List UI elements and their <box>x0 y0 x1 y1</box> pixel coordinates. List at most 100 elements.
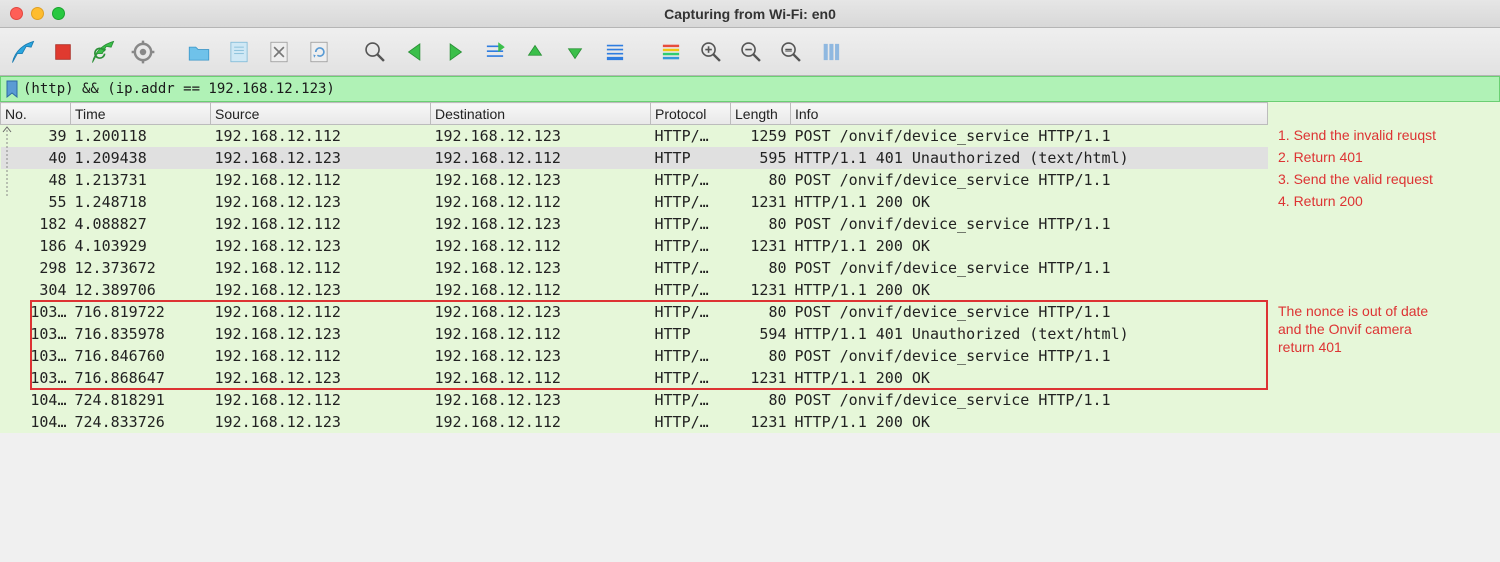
col-header-length[interactable]: Length <box>731 103 791 125</box>
cell-info: HTTP/1.1 401 Unauthorized (text/html) <box>791 323 1268 345</box>
annotation-1: 1. Send the invalid reuqst <box>1278 126 1436 144</box>
col-header-no[interactable]: No. <box>1 103 71 125</box>
annotation-4: 4. Return 200 <box>1278 192 1363 210</box>
cell-dst: 192.168.12.112 <box>431 411 651 433</box>
cell-dst: 192.168.12.112 <box>431 323 651 345</box>
packet-row[interactable]: 551.248718192.168.12.123192.168.12.112HT… <box>1 191 1268 213</box>
cell-time: 716.819722 <box>71 301 211 323</box>
packet-row[interactable]: 104…724.818291192.168.12.112192.168.12.1… <box>1 389 1268 411</box>
packet-row[interactable]: 103…716.835978192.168.12.123192.168.12.1… <box>1 323 1268 345</box>
cell-time: 716.835978 <box>71 323 211 345</box>
go-forward-button[interactable] <box>438 35 472 69</box>
display-filter-bar[interactable]: (http) && (ip.addr == 192.168.12.123) <box>0 76 1500 102</box>
cell-time: 4.103929 <box>71 235 211 257</box>
cell-time: 716.868647 <box>71 367 211 389</box>
reload-file-button[interactable] <box>302 35 336 69</box>
cell-proto: HTTP/… <box>651 125 731 147</box>
cell-src: 192.168.12.123 <box>211 367 431 389</box>
auto-scroll-button[interactable] <box>598 35 632 69</box>
close-file-button[interactable] <box>262 35 296 69</box>
save-file-button[interactable] <box>222 35 256 69</box>
packet-row[interactable]: 481.213731192.168.12.112192.168.12.123HT… <box>1 169 1268 191</box>
restart-capture-button[interactable] <box>86 35 120 69</box>
annotation-3: 3. Send the valid request <box>1278 170 1433 188</box>
go-back-button[interactable] <box>398 35 432 69</box>
cell-info: HTTP/1.1 200 OK <box>791 279 1268 301</box>
packet-row[interactable]: 401.209438192.168.12.123192.168.12.112HT… <box>1 147 1268 169</box>
cell-proto: HTTP <box>651 323 731 345</box>
capture-options-button[interactable] <box>126 35 160 69</box>
packet-table[interactable]: No. Time Source Destination Protocol Len… <box>0 102 1268 433</box>
packet-row[interactable]: 1864.103929192.168.12.123192.168.12.112H… <box>1 235 1268 257</box>
cell-dst: 192.168.12.112 <box>431 191 651 213</box>
cell-proto: HTTP/… <box>651 257 731 279</box>
annotation-box-note-l2: and the Onvif camera <box>1278 320 1428 338</box>
find-packet-button[interactable] <box>358 35 392 69</box>
close-window-button[interactable] <box>10 7 23 20</box>
cell-info: POST /onvif/device_service HTTP/1.1 <box>791 125 1268 147</box>
cell-len: 80 <box>731 301 791 323</box>
packet-row[interactable]: 104…724.833726192.168.12.123192.168.12.1… <box>1 411 1268 433</box>
cell-len: 80 <box>731 169 791 191</box>
cell-info: POST /onvif/device_service HTTP/1.1 <box>791 345 1268 367</box>
go-first-packet-button[interactable] <box>518 35 552 69</box>
packet-row[interactable]: 1824.088827192.168.12.112192.168.12.123H… <box>1 213 1268 235</box>
cell-time: 724.833726 <box>71 411 211 433</box>
cell-info: POST /onvif/device_service HTTP/1.1 <box>791 213 1268 235</box>
cell-dst: 192.168.12.123 <box>431 169 651 191</box>
open-file-button[interactable] <box>182 35 216 69</box>
cell-len: 1231 <box>731 411 791 433</box>
zoom-reset-button[interactable] <box>774 35 808 69</box>
go-to-packet-button[interactable] <box>478 35 512 69</box>
cell-len: 1231 <box>731 367 791 389</box>
stop-capture-button[interactable] <box>46 35 80 69</box>
resize-columns-button[interactable] <box>814 35 848 69</box>
cell-src: 192.168.12.112 <box>211 257 431 279</box>
cell-len: 1259 <box>731 125 791 147</box>
zoom-out-button[interactable] <box>734 35 768 69</box>
go-last-packet-button[interactable] <box>558 35 592 69</box>
cell-info: HTTP/1.1 401 Unauthorized (text/html) <box>791 147 1268 169</box>
cell-src: 192.168.12.123 <box>211 279 431 301</box>
packet-row[interactable]: 391.200118192.168.12.112192.168.12.123HT… <box>1 125 1268 147</box>
cell-src: 192.168.12.112 <box>211 169 431 191</box>
cell-dst: 192.168.12.123 <box>431 257 651 279</box>
window-title: Capturing from Wi-Fi: en0 <box>0 6 1500 22</box>
cell-proto: HTTP/… <box>651 235 731 257</box>
packet-row[interactable]: 29812.373672192.168.12.112192.168.12.123… <box>1 257 1268 279</box>
minimize-window-button[interactable] <box>31 7 44 20</box>
col-header-destination[interactable]: Destination <box>431 103 651 125</box>
cell-len: 80 <box>731 389 791 411</box>
cell-info: HTTP/1.1 200 OK <box>791 235 1268 257</box>
annotation-2: 2. Return 401 <box>1278 148 1363 166</box>
cell-no: 39 <box>1 125 71 147</box>
cell-proto: HTTP/… <box>651 389 731 411</box>
cell-proto: HTTP/… <box>651 345 731 367</box>
cell-proto: HTTP/… <box>651 367 731 389</box>
col-header-info[interactable]: Info <box>791 103 1268 125</box>
cell-dst: 192.168.12.123 <box>431 345 651 367</box>
main-toolbar <box>0 28 1500 76</box>
packet-row[interactable]: 103…716.846760192.168.12.112192.168.12.1… <box>1 345 1268 367</box>
cell-no: 304 <box>1 279 71 301</box>
cell-src: 192.168.12.123 <box>211 191 431 213</box>
zoom-in-button[interactable] <box>694 35 728 69</box>
packet-row[interactable]: 103…716.819722192.168.12.112192.168.12.1… <box>1 301 1268 323</box>
start-capture-button[interactable] <box>6 35 40 69</box>
display-filter-input[interactable]: (http) && (ip.addr == 192.168.12.123) <box>23 81 335 97</box>
cell-dst: 192.168.12.112 <box>431 235 651 257</box>
zoom-window-button[interactable] <box>52 7 65 20</box>
cell-len: 1231 <box>731 279 791 301</box>
packet-row[interactable]: 103…716.868647192.168.12.123192.168.12.1… <box>1 367 1268 389</box>
bookmark-icon[interactable] <box>5 80 19 98</box>
cell-no: 40 <box>1 147 71 169</box>
col-header-protocol[interactable]: Protocol <box>651 103 731 125</box>
cell-info: HTTP/1.1 200 OK <box>791 411 1268 433</box>
colorize-button[interactable] <box>654 35 688 69</box>
col-header-time[interactable]: Time <box>71 103 211 125</box>
cell-time: 1.209438 <box>71 147 211 169</box>
packet-table-header[interactable]: No. Time Source Destination Protocol Len… <box>1 103 1268 125</box>
annotation-box-note-l3: return 401 <box>1278 338 1428 356</box>
packet-row[interactable]: 30412.389706192.168.12.123192.168.12.112… <box>1 279 1268 301</box>
col-header-source[interactable]: Source <box>211 103 431 125</box>
